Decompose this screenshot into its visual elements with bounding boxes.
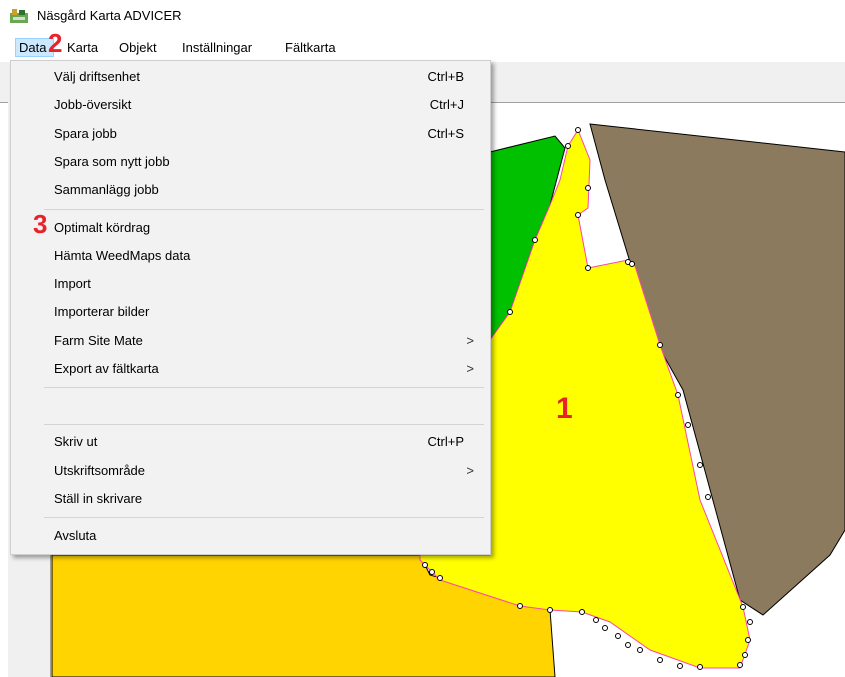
- menu-item-label: Skriv ut: [54, 434, 98, 449]
- menu-separator: [44, 424, 484, 425]
- menu-item-label: Utskriftsområde: [54, 463, 146, 478]
- menu-item-export-faltkarta[interactable]: Export av fältkarta >: [11, 355, 490, 383]
- menu-item-label: Export av fältkarta: [54, 361, 159, 376]
- menu-item-label: Ställ in skrivare: [54, 491, 143, 506]
- menu-item-label: Importerar bilder: [54, 304, 150, 319]
- menu-item-sammanlagg-jobb[interactable]: Sammanlägg jobb: [11, 176, 490, 204]
- menu-separator: [44, 209, 484, 210]
- menu-item-jobb-oversikt[interactable]: Jobb-översikt Ctrl+J: [11, 91, 490, 119]
- menu-item-hamta-weedmaps[interactable]: Hämta WeedMaps data: [11, 242, 490, 270]
- menu-item-label: Avsluta: [54, 528, 97, 543]
- menu-item-label: Sammanlägg jobb: [54, 182, 159, 197]
- menu-item-label: Farm Site Mate: [54, 333, 143, 348]
- menu-item-label: Jobb-översikt: [54, 97, 132, 112]
- menu-item-shortcut: Ctrl+S: [427, 126, 464, 141]
- menu-item-import[interactable]: Import: [11, 270, 490, 298]
- annotation-one: 1: [556, 392, 573, 425]
- menu-item-spara-som-nytt-jobb[interactable]: Spara som nytt jobb: [11, 148, 490, 176]
- menu-separator: [44, 517, 484, 518]
- menu-item-shortcut: Ctrl+J: [429, 97, 464, 112]
- menu-item-shortcut: Ctrl+B: [427, 69, 464, 84]
- data-menu-dropdown: Välj driftsenhet Ctrl+B Jobb-översikt Ct…: [10, 60, 491, 555]
- menu-item-label: Import: [54, 276, 91, 291]
- menu-item-optimalt-kordrag[interactable]: Optimalt kördrag: [11, 214, 490, 242]
- annotation-three: 3: [33, 209, 48, 239]
- menu-item-stall-in-skrivare[interactable]: Ställ in skrivare: [11, 485, 490, 513]
- submenu-arrow-icon: >: [466, 361, 474, 376]
- menu-item-spara-jobb[interactable]: Spara jobb Ctrl+S: [11, 120, 490, 148]
- menu-item-farm-site-mate[interactable]: Farm Site Mate >: [11, 327, 490, 355]
- submenu-arrow-icon: >: [466, 333, 474, 348]
- menu-item-label: Spara jobb: [54, 126, 117, 141]
- menu-item-importerar-bilder[interactable]: Importerar bilder: [11, 298, 490, 326]
- menu-item-avsluta[interactable]: Avsluta: [11, 522, 490, 550]
- menu-item-skriv-ut[interactable]: Skriv ut Ctrl+P: [11, 428, 490, 456]
- menu-item-label: Optimalt kördrag: [54, 220, 151, 235]
- menu-separator: [44, 387, 484, 388]
- menu-item-utskriftsomrade[interactable]: Utskriftsområde >: [11, 457, 490, 485]
- menu-item-label: Spara som nytt jobb: [54, 154, 170, 169]
- menu-item-label: Välj driftsenhet: [54, 69, 140, 84]
- menu-item-label: Hämta WeedMaps data: [54, 248, 191, 263]
- annotation-two: 2: [48, 28, 63, 58]
- submenu-arrow-icon: >: [466, 463, 474, 478]
- menu-item-shortcut: Ctrl+P: [427, 434, 464, 449]
- menu-item-valj-driftsenhet[interactable]: Välj driftsenhet Ctrl+B: [11, 63, 490, 91]
